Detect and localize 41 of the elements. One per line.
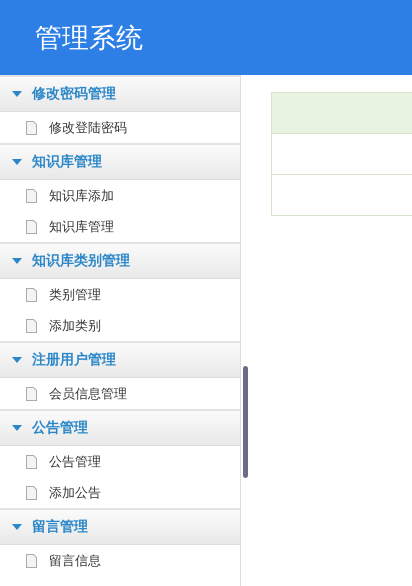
menu-item[interactable]: 添加类别 — [0, 310, 240, 341]
menu-item[interactable]: 添加公告 — [0, 477, 240, 508]
menu-group-title: 知识库类别管理 — [32, 252, 130, 270]
menu-item-label: 添加公告 — [49, 484, 101, 502]
menu-item-label: 修改登陆密码 — [49, 120, 127, 136]
caret-icon — [12, 425, 22, 431]
menu-item[interactable]: 会员信息管理 — [0, 378, 240, 409]
document-icon — [26, 554, 37, 568]
menu-item-label: 公告管理 — [49, 454, 101, 470]
menu-item-label: 类别管理 — [49, 286, 101, 304]
menu-item-label: 知识库添加 — [49, 188, 114, 204]
menu-group-title: 知识库管理 — [32, 153, 102, 171]
menu-item-label: 会员信息管理 — [49, 386, 127, 402]
caret-icon — [12, 524, 22, 530]
menu-item[interactable]: 类别管理 — [0, 279, 240, 310]
document-icon — [26, 486, 37, 500]
document-icon — [26, 288, 37, 302]
menu-item[interactable]: 知识库添加 — [0, 180, 240, 211]
menu-group-title: 公告管理 — [32, 419, 88, 437]
document-icon — [26, 220, 37, 234]
menu-item-label: 添加类别 — [49, 318, 101, 334]
caret-icon — [12, 357, 22, 363]
document-icon — [26, 120, 37, 134]
menu-group-title: 留言管理 — [32, 518, 88, 536]
menu-group-title: 修改密码管理 — [32, 85, 116, 103]
caret-icon — [12, 159, 22, 165]
document-icon — [26, 386, 37, 400]
caret-icon — [12, 91, 22, 97]
document-icon — [26, 188, 37, 202]
menu-item-label: 留言信息 — [49, 552, 101, 570]
menu-item[interactable]: 公告管理 — [0, 446, 240, 477]
menu-item[interactable]: 知识库管理 — [0, 211, 240, 242]
document-icon — [26, 454, 37, 468]
scrollbar-thumb[interactable] — [243, 366, 248, 478]
menu-item-label: 知识库管理 — [49, 218, 114, 236]
document-icon — [26, 318, 37, 332]
caret-icon — [12, 258, 22, 264]
menu-group-title: 注册用户管理 — [32, 351, 116, 369]
menu-item[interactable]: 留言信息 — [0, 545, 240, 576]
menu-item[interactable]: 修改登陆密码 — [0, 112, 240, 143]
app-title: 管理系统 — [35, 22, 143, 56]
